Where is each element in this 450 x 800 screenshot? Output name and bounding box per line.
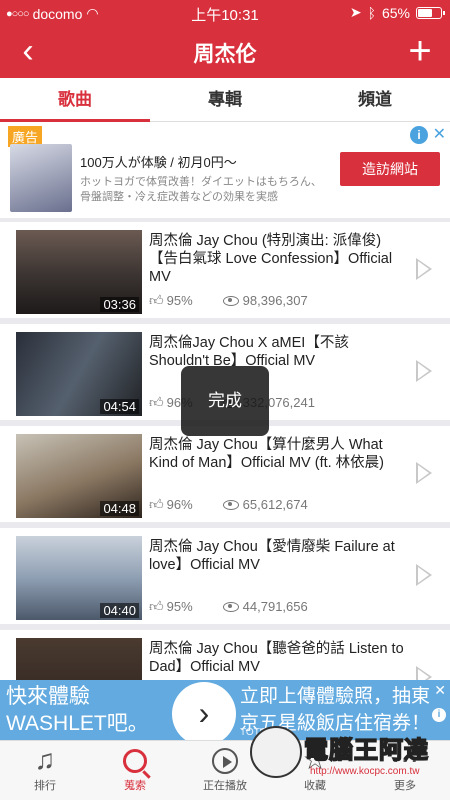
view-count: 65,612,674 <box>242 497 308 512</box>
video-title: 周杰倫Jay Chou X aMEI【不該 Shouldn't Be】Offic… <box>149 335 349 369</box>
eye-icon <box>222 601 239 612</box>
eye-icon <box>222 499 239 510</box>
like-ratio: 95% <box>166 599 193 614</box>
video-thumbnail[interactable]: 03:36 <box>16 230 142 314</box>
chevron-right-icon[interactable]: › <box>172 682 236 746</box>
ad-headline: 100万人が体験 / 初月0円～ <box>80 155 237 170</box>
video-title: 周杰倫 Jay Chou (特別演出: 派偉俊)【告白氣球 Love Confe… <box>149 233 393 285</box>
video-duration: 03:36 <box>100 297 139 312</box>
thumbs-up-icon: 👍︎ <box>149 292 164 308</box>
bluetooth-icon: ᛒ <box>367 4 376 21</box>
music-note-icon: ♫ <box>34 744 56 775</box>
location-icon: ➤ <box>349 4 362 20</box>
tab-albums[interactable]: 專輯 <box>150 78 300 121</box>
mascot-icon <box>250 726 302 778</box>
list-item[interactable]: 03:36 周杰倫 Jay Chou (特別演出: 派偉俊)【告白氣球 Love… <box>0 222 450 324</box>
video-title: 周杰倫 Jay Chou【聽爸爸的話 Listen to Dad】Officia… <box>149 641 404 675</box>
list-item[interactable]: 04:40 周杰倫 Jay Chou【愛情廢柴 Failure at love】… <box>0 528 450 630</box>
thumbs-up-icon: 👍︎ <box>149 394 164 410</box>
video-duration: 04:48 <box>100 501 139 516</box>
battery-icon <box>416 6 445 19</box>
nav-bar: ‹ 周杰伦 + <box>0 26 450 78</box>
video-duration: 04:40 <box>100 603 139 618</box>
info-icon[interactable]: i <box>432 708 446 722</box>
close-icon[interactable]: ✕ <box>433 124 446 144</box>
play-icon[interactable] <box>416 462 432 484</box>
play-icon[interactable] <box>416 564 432 586</box>
tab-ranking[interactable]: ♫ 排行 <box>0 741 90 800</box>
watermark-title: 電腦王阿達 <box>303 736 429 765</box>
visit-site-button[interactable]: 造訪網站 <box>340 152 440 186</box>
ad-description: ホットヨガで体質改善！ダイエットはもちろん、骨盤調整・冷え症改善などの効果を実感 <box>80 176 322 203</box>
tab-search[interactable]: 蒐索 <box>90 741 180 800</box>
video-thumbnail[interactable]: 04:40 <box>16 536 142 620</box>
page-title: 周杰伦 <box>193 43 257 66</box>
tab-songs[interactable]: 歌曲 <box>0 78 150 122</box>
play-icon[interactable] <box>416 360 432 382</box>
like-ratio: 95% <box>166 293 193 308</box>
top-bar: ●○○○ docomo ◠ 上午10:31 ➤ ᛒ 65% ‹ 周杰伦 + <box>0 0 450 78</box>
segment-tabs: 歌曲 專輯 頻道 <box>0 78 450 122</box>
video-duration: 04:54 <box>100 399 139 414</box>
video-title: 周杰倫 Jay Chou【算什麼男人 What Kind of Man】Offi… <box>149 437 385 471</box>
status-bar: ●○○○ docomo ◠ 上午10:31 ➤ ᛒ 65% <box>0 0 450 26</box>
view-count: 44,791,656 <box>242 599 308 614</box>
ad-image <box>10 144 72 212</box>
info-icon[interactable]: i <box>410 126 428 144</box>
video-list: 03:36 周杰倫 Jay Chou (特別演出: 派偉俊)【告白氣球 Love… <box>0 222 450 732</box>
battery-percent: 65% <box>381 4 410 21</box>
play-icon[interactable] <box>416 258 432 280</box>
video-thumbnail[interactable]: 04:48 <box>16 434 142 518</box>
toast-message: 完成 <box>181 366 269 436</box>
view-count: 98,396,307 <box>242 293 308 308</box>
tab-channels[interactable]: 頻道 <box>300 78 450 121</box>
thumbs-up-icon: 👍︎ <box>149 496 164 512</box>
sponsored-ad[interactable]: 廣告 i ✕ 100万人が体験 / 初月0円～ ホットヨガで体質改善！ダイエット… <box>0 122 450 218</box>
plus-icon[interactable]: + <box>400 30 440 74</box>
close-icon[interactable]: ✕ <box>434 682 446 699</box>
thumbs-up-icon: 👍︎ <box>149 598 164 614</box>
watermark-url: http://www.kocpc.com.tw <box>310 766 420 777</box>
eye-icon <box>222 295 239 306</box>
video-thumbnail[interactable]: 04:54 <box>16 332 142 416</box>
play-circle-icon <box>212 748 238 774</box>
search-icon <box>123 749 147 773</box>
banner-left-text: 快來體驗 WASHLET吧。 <box>6 685 149 735</box>
video-title: 周杰倫 Jay Chou【愛情廢柴 Failure at love】Offici… <box>149 539 395 573</box>
like-ratio: 96% <box>166 497 193 512</box>
watermark-logo: 電腦王阿達 http://www.kocpc.com.tw <box>250 722 446 792</box>
list-item[interactable]: 04:48 周杰倫 Jay Chou【算什麼男人 What Kind of Ma… <box>0 426 450 528</box>
